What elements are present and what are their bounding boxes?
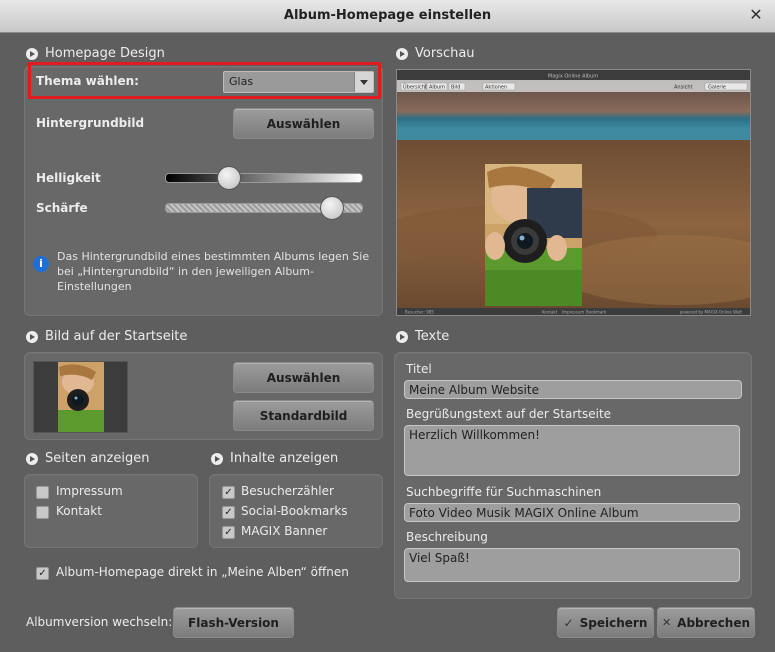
preview-breadcrumb-0: Übersicht xyxy=(403,84,427,91)
cancel-button[interactable]: ✕ Abbrechen xyxy=(657,607,755,638)
kontakt-checkbox[interactable] xyxy=(36,506,49,519)
save-button[interactable]: ✓ Speichern xyxy=(557,607,654,638)
open-direct-label: Album-Homepage direkt in „Meine Alben“ ö… xyxy=(56,565,349,579)
preview-scene: Magix Online Album Übersicht Album Bild … xyxy=(397,70,750,315)
section-bullet-icon xyxy=(26,47,38,60)
preview-image: Magix Online Album Übersicht Album Bild … xyxy=(396,69,751,316)
window-title: Album-Homepage einstellen xyxy=(283,8,492,23)
content-heading-label: Inhalte anzeigen xyxy=(230,451,339,466)
save-button-label: Speichern xyxy=(579,615,648,630)
social-bookmarks-label: Social-Bookmarks xyxy=(241,504,348,518)
dialog-window: Album-Homepage einstellen ✕ Homepage Des… xyxy=(0,0,775,652)
visitor-counter-label: Besucherzähler xyxy=(241,484,334,498)
preview-footer-mid-2: Bookmark xyxy=(586,310,607,315)
title-bar: Album-Homepage einstellen ✕ xyxy=(0,0,775,33)
section-bullet-icon xyxy=(396,330,408,343)
x-icon: ✕ xyxy=(661,616,672,629)
highlight-box xyxy=(28,62,381,99)
section-bullet-icon xyxy=(26,330,38,343)
open-direct-checkbox[interactable]: ✓ xyxy=(36,567,49,580)
pages-heading-label: Seiten anzeigen xyxy=(45,451,150,466)
preview-view-label: Ansicht xyxy=(674,85,693,91)
keywords-input[interactable]: Foto Video Musik MAGIX Online Album xyxy=(404,503,740,522)
description-label: Beschreibung xyxy=(406,530,488,544)
social-bookmarks-checkbox[interactable]: ✓ xyxy=(222,506,235,519)
section-bullet-icon xyxy=(211,452,223,465)
magix-banner-checkbox[interactable]: ✓ xyxy=(222,526,235,539)
impressum-checkbox[interactable] xyxy=(36,486,49,499)
greeting-textarea[interactable]: Herzlich Willkommen! xyxy=(404,425,740,476)
visitor-counter-checkbox[interactable]: ✓ xyxy=(222,486,235,499)
greeting-label: Begrüßungstext auf der Startseite xyxy=(406,407,612,421)
sharpness-label: Schärfe xyxy=(36,201,88,215)
preview-breadcrumb-3: Aktionen xyxy=(485,85,507,91)
design-heading-label: Homepage Design xyxy=(45,46,165,61)
magix-banner-label: MAGIX Banner xyxy=(241,524,328,538)
background-choose-button[interactable]: Auswählen xyxy=(233,108,374,139)
preview-breadcrumb-1: Album xyxy=(429,85,445,91)
startpage-heading-label: Bild auf der Startseite xyxy=(45,329,188,344)
design-heading: Homepage Design xyxy=(26,46,165,61)
version-label: Albumversion wechseln: xyxy=(26,615,173,629)
startpage-heading: Bild auf der Startseite xyxy=(26,329,187,344)
flash-version-button[interactable]: Flash-Version xyxy=(173,607,294,638)
close-icon[interactable]: ✕ xyxy=(747,6,765,24)
preview-footer-right: powered by MAGIX Online Welt xyxy=(680,310,743,315)
content-heading: Inhalte anzeigen xyxy=(211,451,338,466)
preview-photo xyxy=(485,164,582,306)
startpage-choose-button[interactable]: Auswählen xyxy=(233,362,374,393)
preview-view-value: Galerie xyxy=(708,85,726,91)
preview-heading-label: Vorschau xyxy=(415,46,475,61)
brightness-label: Helligkeit xyxy=(36,171,101,185)
brightness-slider-thumb[interactable] xyxy=(217,166,241,190)
title-input[interactable]: Meine Album Website xyxy=(404,380,742,399)
preview-heading: Vorschau xyxy=(396,46,475,61)
info-text: Das Hintergrundbild eines bestimmten Alb… xyxy=(57,250,370,293)
check-icon: ✓ xyxy=(563,615,574,630)
default-image-button[interactable]: Standardbild xyxy=(233,400,374,431)
preview-footer-mid-0: Kontakt xyxy=(542,310,558,315)
preview-footer-left: Besucher: 985 xyxy=(405,310,434,315)
startpage-thumbnail-image xyxy=(34,362,127,432)
section-bullet-icon xyxy=(26,452,38,465)
brightness-slider[interactable] xyxy=(165,173,363,183)
sharpness-slider-thumb[interactable] xyxy=(320,196,344,220)
preview-footer-mid-1: Impressum xyxy=(562,310,584,315)
preview-title: Magix Online Album xyxy=(548,74,598,80)
info-icon: i xyxy=(33,256,49,272)
cancel-button-label: Abbrechen xyxy=(677,615,751,630)
background-label: Hintergrundbild xyxy=(36,116,145,130)
description-textarea[interactable]: Viel Spaß! xyxy=(404,548,740,582)
preview-breadcrumb-2: Bild xyxy=(451,85,460,91)
impressum-label: Impressum xyxy=(56,484,123,498)
section-bullet-icon xyxy=(396,47,408,60)
pages-heading: Seiten anzeigen xyxy=(26,451,149,466)
startpage-thumbnail xyxy=(33,361,128,433)
keywords-label: Suchbegriffe für Suchmaschinen xyxy=(406,485,602,499)
title-label: Titel xyxy=(406,362,432,376)
texts-heading-label: Texte xyxy=(415,329,450,344)
kontakt-label: Kontakt xyxy=(56,504,102,518)
texts-heading: Texte xyxy=(396,329,449,344)
